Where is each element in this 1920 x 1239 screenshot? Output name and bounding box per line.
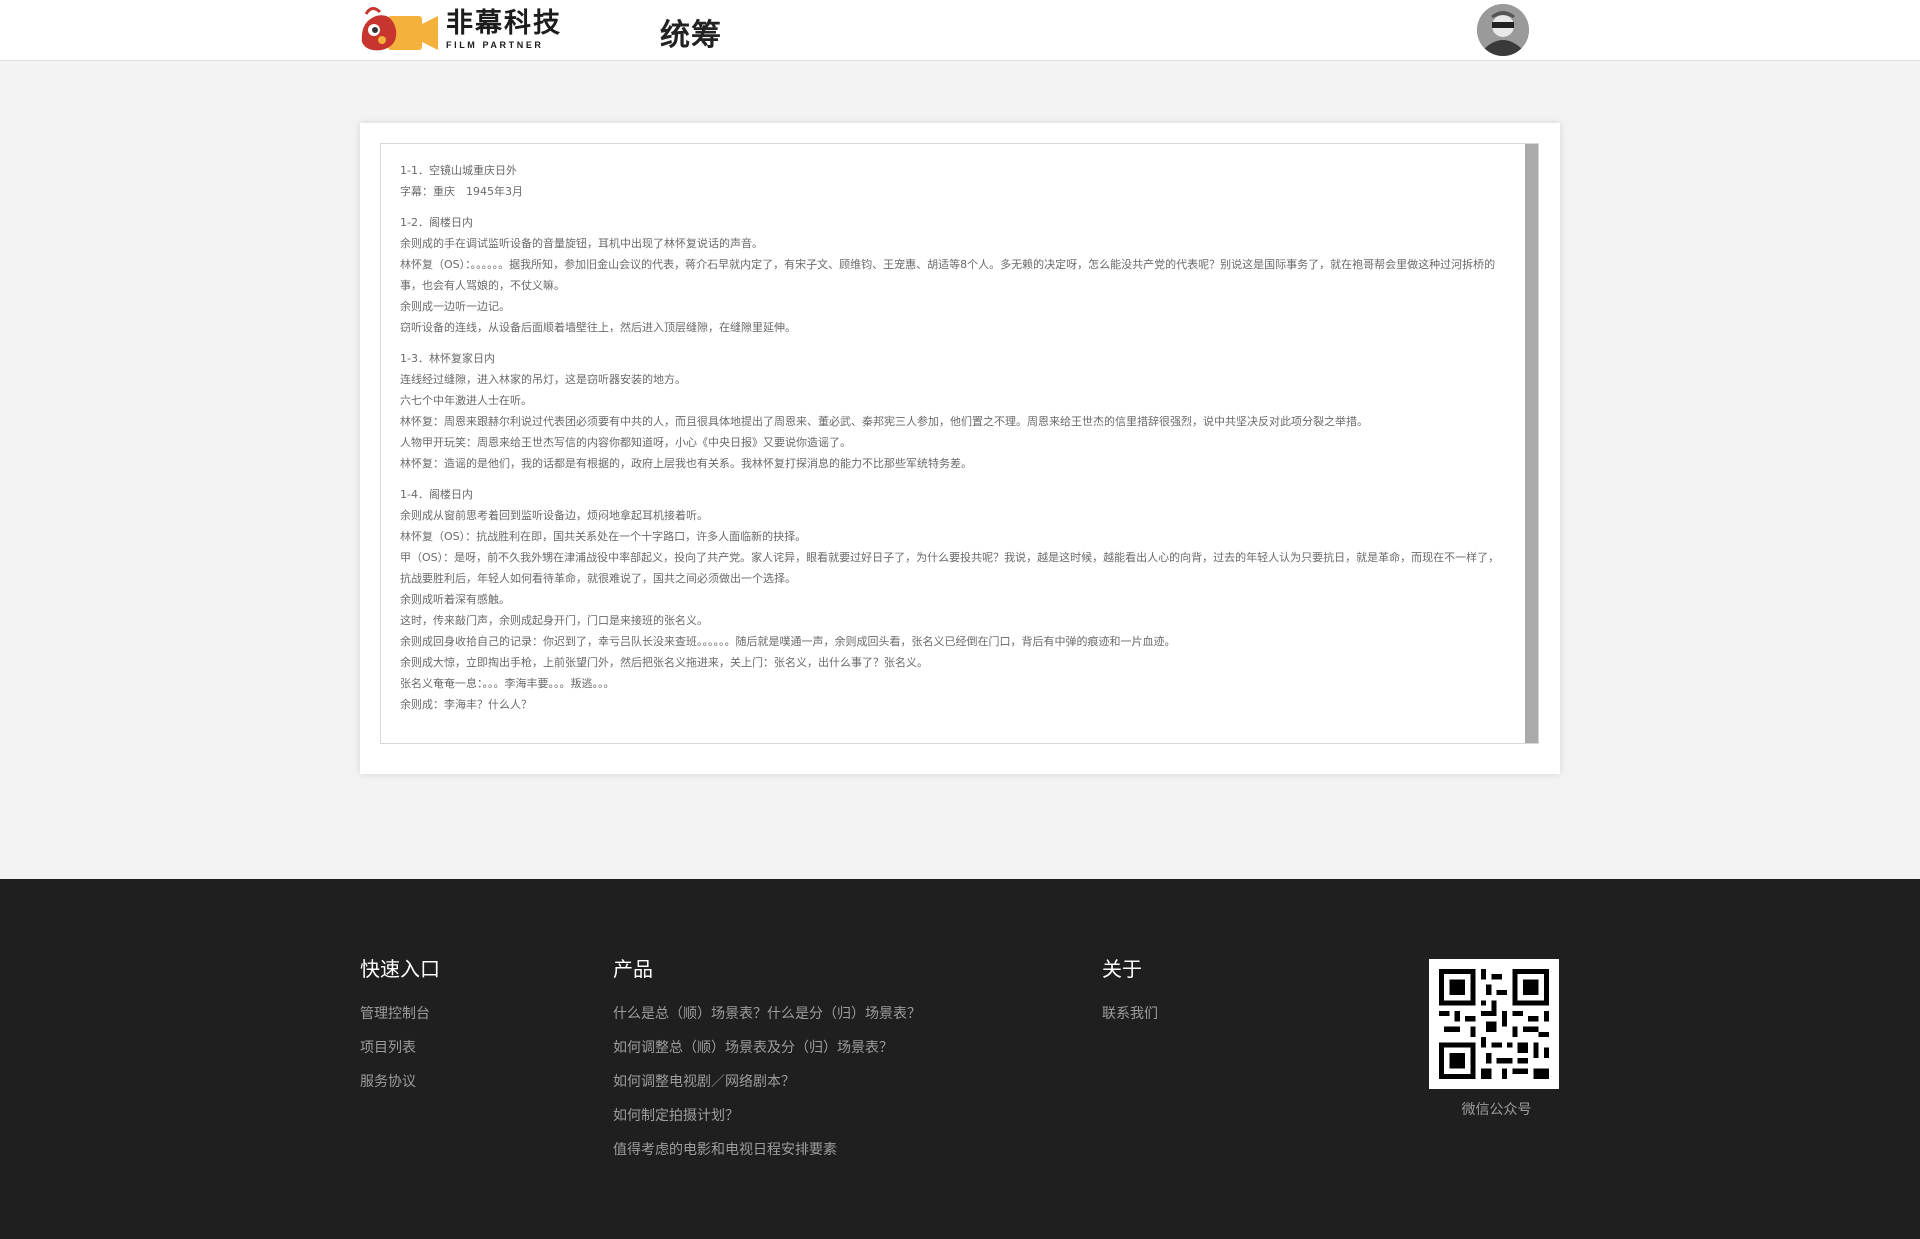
script-line: 余则成的手在调试监听设备的音量旋钮，耳机中出现了林怀复说话的声音。 — [400, 237, 763, 250]
script-line: 字幕：重庆 1945年3月 — [400, 185, 523, 198]
script-line: 人物甲开玩笑：周恩来给王世杰写信的内容你都知道呀，小心《中央日报》又要说你造谣了… — [400, 436, 851, 449]
brand-sub: FILM PARTNER — [446, 40, 544, 50]
scene-block: 1-1．空镜山城重庆日外 字幕：重庆 1945年3月 — [400, 160, 1510, 202]
brand-name: 非幕科技 — [446, 8, 562, 39]
film-camera-logo-icon — [358, 2, 442, 58]
page-title: 统筹 — [660, 18, 722, 53]
qr-code-icon — [1439, 969, 1549, 1079]
scene-heading: 1-3．林怀复家日内 — [400, 352, 495, 365]
footer-products: 产品 什么是总（顺）场景表？什么是分（归）场景表？ 如何调整总（顺）场景表及分（… — [613, 955, 921, 1167]
scene-block: 1-2．阁楼日内 余则成的手在调试监听设备的音量旋钮，耳机中出现了林怀复说话的声… — [400, 212, 1510, 338]
scrollbar-thumb[interactable] — [1525, 144, 1538, 743]
footer-link-product[interactable]: 什么是总（顺）场景表？什么是分（归）场景表？ — [613, 997, 921, 1031]
script-card: 1-1．空镜山城重庆日外 字幕：重庆 1945年3月 1-2．阁楼日内 余则成的… — [360, 123, 1560, 774]
footer-heading: 产品 — [613, 957, 653, 981]
footer-quick-links: 快速入口 管理控制台 项目列表 服务协议 — [360, 955, 440, 1099]
script-line: 余则成一边听一边记。 — [400, 300, 510, 313]
script-line: 连线经过缝隙，进入林家的吊灯，这是窃听器安装的地方。 — [400, 373, 686, 386]
scene-block: 1-4．阁楼日内 余则成从窗前思考着回到监听设备边，烦闷地拿起耳机接着听。 林怀… — [400, 484, 1510, 715]
scene-heading: 1-4．阁楼日内 — [400, 488, 473, 501]
user-avatar-icon — [1477, 4, 1529, 56]
footer-link-terms[interactable]: 服务协议 — [360, 1065, 440, 1099]
scrollbar-track[interactable] — [1525, 144, 1538, 743]
footer-heading: 关于 — [1102, 957, 1142, 981]
footer-link-product[interactable]: 如何制定拍摄计划？ — [613, 1099, 921, 1133]
script-line: 这时，传来敲门声，余则成起身开门，门口是来接班的张名义。 — [400, 614, 708, 627]
footer-link-projects[interactable]: 项目列表 — [360, 1031, 440, 1065]
footer-link-product[interactable]: 如何调整总（顺）场景表及分（归）场景表？ — [613, 1031, 921, 1065]
scene-block: 1-3．林怀复家日内 连线经过缝隙，进入林家的吊灯，这是窃听器安装的地方。 六七… — [400, 348, 1510, 474]
script-line: 余则成回身收拾自己的记录：你迟到了，幸亏吕队长没来查班。。。。。。随后就是噗通一… — [400, 635, 1176, 648]
script-line: 甲（OS）：是呀，前不久我外甥在津浦战役中率部起义，投向了共产党。家人诧异，眼看… — [400, 551, 1500, 585]
script-line: 余则成从窗前思考着回到监听设备边，烦闷地拿起耳机接着听。 — [400, 509, 708, 522]
script-line: 余则成听着深有感触。 — [400, 593, 510, 606]
brand-logo[interactable]: 非幕科技 FILM PARTNER — [358, 2, 563, 58]
script-content: 1-1．空镜山城重庆日外 字幕：重庆 1945年3月 1-2．阁楼日内 余则成的… — [400, 160, 1510, 725]
script-line: 余则成大惊，立即掏出手枪，上前张望门外，然后把张名义拖进来，关上门：张名义，出什… — [400, 656, 928, 669]
script-viewer[interactable]: 1-1．空镜山城重庆日外 字幕：重庆 1945年3月 1-2．阁楼日内 余则成的… — [380, 143, 1539, 744]
footer-link-product[interactable]: 值得考虑的电影和电视日程安排要素 — [613, 1133, 921, 1167]
scene-heading: 1-1．空镜山城重庆日外 — [400, 164, 517, 177]
script-line: 林怀复：造谣的是他们，我的话都是有根据的，政府上层我也有关系。我林怀复打探消息的… — [400, 457, 972, 470]
user-avatar[interactable] — [1477, 4, 1529, 56]
qr-label: 微信公众号 — [1461, 1102, 1532, 1118]
footer-link-product[interactable]: 如何调整电视剧／网络剧本？ — [613, 1065, 921, 1099]
footer-link-contact[interactable]: 联系我们 — [1102, 997, 1158, 1031]
site-footer: 快速入口 管理控制台 项目列表 服务协议 产品 什么是总（顺）场景表？什么是分（… — [0, 879, 1920, 1239]
footer-about: 关于 联系我们 — [1102, 955, 1158, 1031]
script-line: 林怀复（OS）：抗战胜利在即，国共关系处在一个十字路口，许多人面临新的抉择。 — [400, 530, 807, 543]
script-line: 林怀复：周恩来跟赫尔利说过代表团必须要有中共的人，而且很具体地提出了周恩来、董必… — [400, 415, 1368, 428]
script-line: 张名义奄奄一息：。。。李海丰要。。。叛逃。。。 — [400, 677, 615, 690]
scene-heading: 1-2．阁楼日内 — [400, 216, 473, 229]
script-line: 林怀复（OS）：。。。。。。据我所知，参加旧金山会议的代表，蒋介石早就内定了，有… — [400, 258, 1496, 292]
wechat-qr-code — [1429, 959, 1559, 1089]
script-line: 窃听设备的连线，从设备后面顺着墙壁往上，然后进入顶层缝隙，在缝隙里延伸。 — [400, 321, 796, 334]
footer-link-console[interactable]: 管理控制台 — [360, 997, 440, 1031]
top-header: 非幕科技 FILM PARTNER 统筹 — [0, 0, 1920, 61]
footer-heading: 快速入口 — [360, 957, 440, 981]
script-line: 余则成：李海丰？什么人？ — [400, 698, 532, 711]
script-line: 六七个中年激进人士在听。 — [400, 394, 532, 407]
brand-text: 非幕科技 FILM PARTNER — [446, 9, 562, 51]
